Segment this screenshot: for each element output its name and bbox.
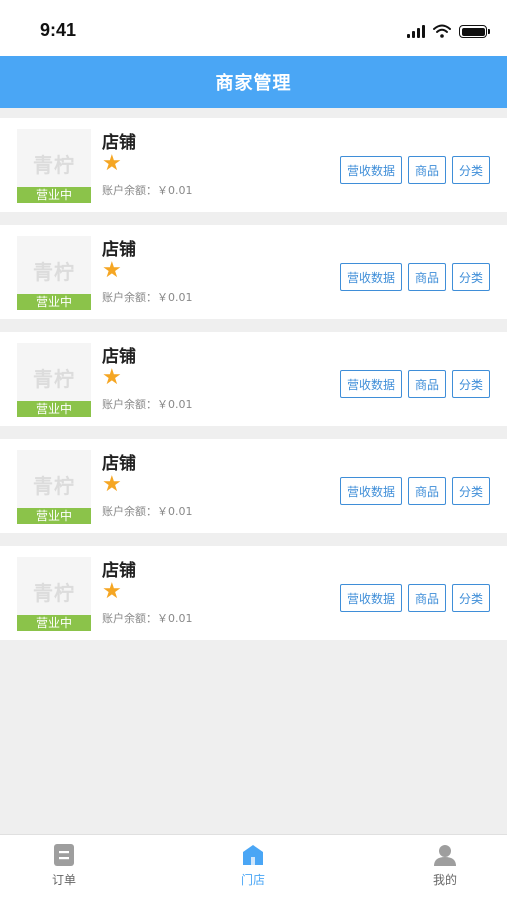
status-bar: 9:41 bbox=[0, 0, 507, 56]
tab-label-orders: 订单 bbox=[51, 873, 76, 887]
store-balance: 账户余额：￥0.01 bbox=[102, 612, 193, 625]
wifi-icon bbox=[433, 24, 451, 38]
battery-icon bbox=[459, 25, 490, 38]
store-actions: 营收数据 商品 分类 bbox=[339, 584, 490, 612]
store-actions: 营收数据 商品 分类 bbox=[339, 370, 490, 398]
store-status-badge: 营业中 bbox=[17, 187, 91, 203]
store-balance: 账户余额：￥0.01 bbox=[102, 398, 193, 411]
nav-bar: 商家管理 bbox=[0, 56, 507, 108]
star-icon: ★ bbox=[102, 365, 122, 390]
store-thumbnail: 青柠 营业中 bbox=[17, 450, 91, 524]
store-status-badge: 营业中 bbox=[17, 508, 91, 524]
revenue-data-button[interactable]: 营收数据 bbox=[339, 263, 402, 291]
revenue-data-button[interactable]: 营收数据 bbox=[339, 584, 402, 612]
store-card[interactable]: 青柠 营业中 店铺 ★ 账户余额：￥0.01 营收数据 商品 分类 bbox=[0, 439, 507, 533]
store-name: 店铺 bbox=[102, 133, 136, 153]
store-actions: 营收数据 商品 分类 bbox=[339, 263, 490, 291]
store-name: 店铺 bbox=[102, 454, 136, 474]
star-icon: ★ bbox=[102, 151, 122, 176]
categories-button[interactable]: 分类 bbox=[451, 477, 490, 505]
store-balance: 账户余额：￥0.01 bbox=[102, 184, 193, 197]
star-icon: ★ bbox=[102, 579, 122, 604]
signal-icon bbox=[407, 24, 425, 38]
tab-label-mine: 我的 bbox=[432, 873, 457, 887]
store-actions: 营收数据 商品 分类 bbox=[339, 477, 490, 505]
profile-icon bbox=[434, 845, 456, 866]
store-thumbnail: 青柠 营业中 bbox=[17, 557, 91, 631]
products-button[interactable]: 商品 bbox=[407, 477, 446, 505]
categories-button[interactable]: 分类 bbox=[451, 156, 490, 184]
store-thumbnail: 青柠 营业中 bbox=[17, 343, 91, 417]
tab-label-store: 门店 bbox=[240, 873, 265, 887]
thumbnail-watermark: 青柠 bbox=[33, 153, 75, 177]
thumbnail-watermark: 青柠 bbox=[33, 367, 75, 391]
store-status-badge: 营业中 bbox=[17, 401, 91, 417]
store-name: 店铺 bbox=[102, 347, 136, 367]
store-icon bbox=[243, 845, 263, 865]
revenue-data-button[interactable]: 营收数据 bbox=[339, 156, 402, 184]
store-card[interactable]: 青柠 营业中 店铺 ★ 账户余额：￥0.01 营收数据 商品 分类 bbox=[0, 332, 507, 426]
store-actions: 营收数据 商品 分类 bbox=[339, 156, 490, 184]
status-icons bbox=[407, 22, 490, 38]
status-time: 9:41 bbox=[40, 20, 77, 40]
store-card[interactable]: 青柠 营业中 店铺 ★ 账户余额：￥0.01 营收数据 商品 分类 bbox=[0, 546, 507, 640]
store-card[interactable]: 青柠 营业中 店铺 ★ 账户余额：￥0.01 营收数据 商品 分类 bbox=[0, 225, 507, 319]
categories-button[interactable]: 分类 bbox=[451, 370, 490, 398]
categories-button[interactable]: 分类 bbox=[451, 263, 490, 291]
revenue-data-button[interactable]: 营收数据 bbox=[339, 370, 402, 398]
revenue-data-button[interactable]: 营收数据 bbox=[339, 477, 402, 505]
store-card[interactable]: 青柠 营业中 店铺 ★ 账户余额：￥0.01 营收数据 商品 分类 bbox=[0, 118, 507, 212]
tab-bar: 订单 门店 我的 bbox=[0, 834, 507, 900]
star-icon: ★ bbox=[102, 258, 122, 283]
categories-button[interactable]: 分类 bbox=[451, 584, 490, 612]
tab-orders[interactable]: 订单 bbox=[24, 843, 104, 888]
thumbnail-watermark: 青柠 bbox=[33, 260, 75, 284]
thumbnail-watermark: 青柠 bbox=[33, 474, 75, 498]
store-thumbnail: 青柠 营业中 bbox=[17, 236, 91, 310]
products-button[interactable]: 商品 bbox=[407, 263, 446, 291]
orders-icon bbox=[54, 844, 74, 866]
store-name: 店铺 bbox=[102, 561, 136, 581]
products-button[interactable]: 商品 bbox=[407, 584, 446, 612]
store-status-badge: 营业中 bbox=[17, 294, 91, 310]
store-name: 店铺 bbox=[102, 240, 136, 260]
products-button[interactable]: 商品 bbox=[407, 156, 446, 184]
store-balance: 账户余额：￥0.01 bbox=[102, 505, 193, 518]
store-status-badge: 营业中 bbox=[17, 615, 91, 631]
tab-store[interactable]: 门店 bbox=[213, 843, 293, 888]
store-balance: 账户余额：￥0.01 bbox=[102, 291, 193, 304]
products-button[interactable]: 商品 bbox=[407, 370, 446, 398]
thumbnail-watermark: 青柠 bbox=[33, 581, 75, 605]
store-thumbnail: 青柠 营业中 bbox=[17, 129, 91, 203]
star-icon: ★ bbox=[102, 472, 122, 497]
page-title: 商家管理 bbox=[215, 73, 292, 94]
tab-mine[interactable]: 我的 bbox=[405, 843, 485, 888]
